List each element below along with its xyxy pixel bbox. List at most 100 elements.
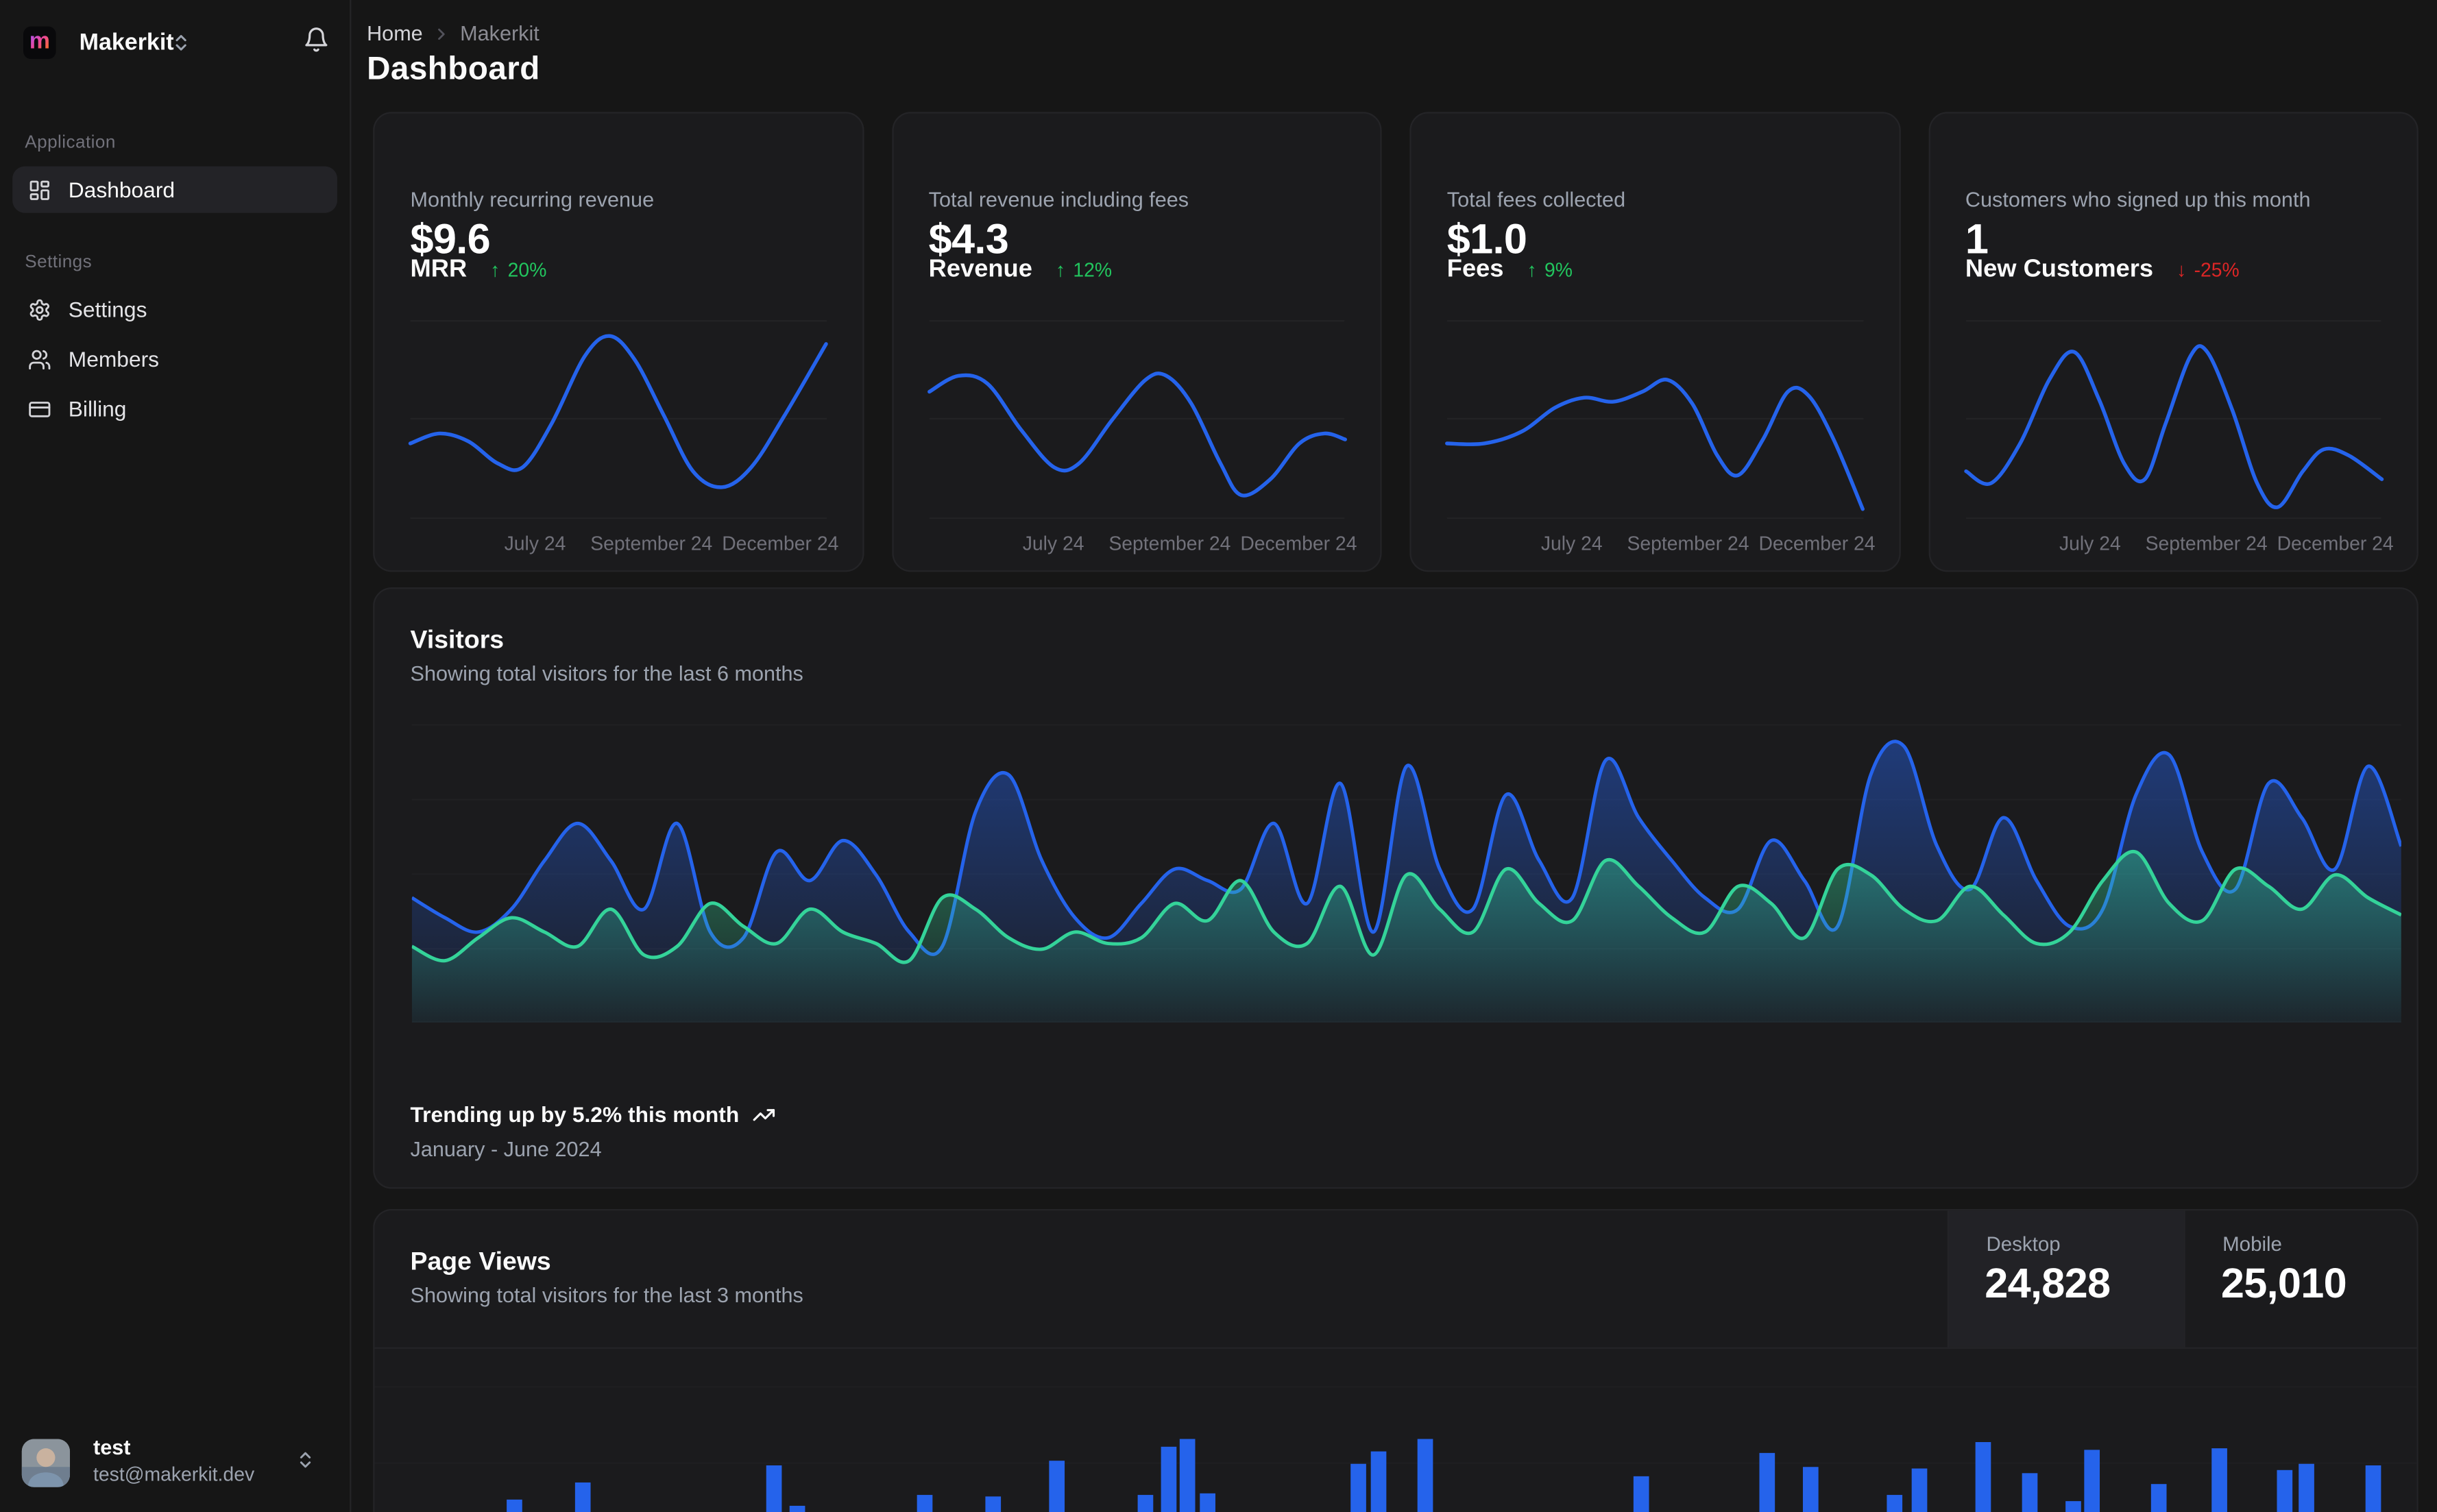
- bar: [1350, 1463, 1366, 1512]
- dashboard-page: m Makerkit Application Dashboard Setting…: [0, 0, 2437, 1512]
- credit-card-icon: [28, 397, 51, 420]
- card-title: New Customers: [1965, 256, 2154, 283]
- visitors-card: Visitors Showing total visitors for the …: [373, 587, 2418, 1189]
- bar: [1417, 1439, 1433, 1512]
- sparkline-chart: [929, 320, 1344, 520]
- x-axis-labels: July 24 September 24 December 24: [411, 533, 839, 558]
- bell-icon[interactable]: [303, 27, 330, 61]
- bar: [1137, 1495, 1154, 1512]
- bar: [985, 1496, 1002, 1512]
- main-content: Home Makerkit Dashboard MRR ↑ 20% Monthly…: [351, 0, 2437, 1512]
- x-axis-tick-label: July 24: [2059, 533, 2121, 555]
- bar: [1759, 1452, 1775, 1512]
- bar: [2065, 1501, 2081, 1512]
- page-title: Dashboard: [367, 51, 540, 87]
- arrow-up-icon: ↑: [1055, 259, 1066, 282]
- delta-badge: ↑ 20%: [490, 259, 547, 282]
- sidebar-item-settings[interactable]: Settings: [12, 286, 337, 332]
- x-axis-tick-label: July 24: [504, 533, 566, 555]
- delta-badge: ↑ 9%: [1527, 259, 1573, 282]
- bar: [2277, 1470, 2293, 1512]
- card-subtitle: Customers who signed up this month: [1965, 188, 2311, 212]
- bar: [574, 1482, 591, 1512]
- sidebar-item-label: Billing: [68, 396, 127, 422]
- page-views-title: Page Views: [410, 1247, 551, 1276]
- x-axis-tick-label: September 24: [2145, 533, 2268, 555]
- trending-summary: Trending up by 5.2% this month: [411, 1101, 775, 1127]
- x-axis-tick-label: December 24: [1758, 533, 1876, 555]
- x-axis-tick-label: September 24: [1627, 533, 1749, 555]
- toggle-mobile[interactable]: Mobile 25,010: [2183, 1210, 2416, 1348]
- bar: [1370, 1451, 1387, 1512]
- arrow-up-icon: ↑: [1527, 259, 1537, 282]
- card-value: $4.3: [928, 216, 1009, 263]
- bar: [917, 1495, 933, 1512]
- user-menu[interactable]: test test@makerkit.dev: [12, 1426, 337, 1500]
- stat-card-revenue: Revenue ↑ 12% Total revenue including fee…: [891, 112, 1382, 572]
- bar: [1161, 1446, 1177, 1512]
- bar: [1179, 1439, 1196, 1512]
- sparkline-chart: [1447, 320, 1863, 520]
- sidebar-item-label: Members: [68, 346, 160, 371]
- page-views-bar-chart: [374, 1348, 2417, 1512]
- bar: [766, 1465, 782, 1512]
- stat-value: 25,010: [2220, 1260, 2347, 1307]
- breadcrumb-home[interactable]: Home: [367, 22, 423, 45]
- breadcrumb: Home Makerkit: [367, 22, 539, 45]
- sparkline-chart: [1965, 320, 2381, 520]
- card-subtitle: Total fees collected: [1446, 188, 1626, 212]
- bar: [2365, 1465, 2381, 1512]
- date-range: January - June 2024: [410, 1137, 602, 1161]
- x-axis-labels: July 24 September 24 December 24: [1447, 533, 1876, 558]
- bar: [2299, 1463, 2314, 1512]
- x-axis-tick-label: September 24: [590, 533, 713, 555]
- x-axis-tick-label: July 24: [1022, 533, 1084, 555]
- sidebar-item-members[interactable]: Members: [12, 336, 337, 382]
- sidebar-item-dashboard[interactable]: Dashboard: [12, 166, 337, 213]
- card-value: $9.6: [410, 216, 491, 263]
- visitors-title: Visitors: [410, 626, 505, 655]
- x-axis-labels: July 24 September 24 December 24: [929, 533, 1357, 558]
- bar: [1887, 1495, 1903, 1512]
- bar: [1975, 1441, 1991, 1512]
- page-views-subtitle: Showing total visitors for the last 3 mo…: [410, 1283, 803, 1307]
- card-subtitle: Total revenue including fees: [928, 188, 1189, 212]
- card-value: $1.0: [1446, 216, 1527, 263]
- visitors-area-chart: [411, 724, 2401, 1023]
- chevrons-up-down-icon: [295, 1450, 315, 1478]
- delta-badge: ↓ -25%: [2177, 259, 2240, 282]
- x-axis-tick-label: September 24: [1108, 533, 1231, 555]
- users-icon: [28, 347, 51, 371]
- logo-letter: m: [29, 27, 50, 55]
- section-label-application: Application: [25, 133, 116, 153]
- workspace-name[interactable]: Makerkit: [80, 29, 174, 56]
- x-axis-tick-label: July 24: [1540, 533, 1603, 555]
- sidebar-item-label: Dashboard: [68, 177, 175, 202]
- bar: [2150, 1484, 2167, 1512]
- delta-badge: ↑ 12%: [1055, 259, 1113, 282]
- chevrons-up-down-icon[interactable]: [171, 33, 191, 61]
- stat-card-new-customers: New Customers ↓ -25% Customers who signed…: [1928, 112, 2418, 572]
- card-value: 1: [1965, 216, 1989, 263]
- user-email: test@makerkit.dev: [93, 1463, 255, 1486]
- toggle-desktop[interactable]: Desktop 24,828: [1947, 1210, 2184, 1348]
- bar: [2211, 1448, 2227, 1512]
- stat-label: Mobile: [2222, 1232, 2282, 1256]
- workspace-header: m Makerkit: [0, 0, 350, 84]
- bar: [1633, 1476, 1649, 1512]
- x-axis-tick-label: December 24: [1240, 533, 1357, 555]
- page-views-header: Page Views Showing total visitors for th…: [374, 1210, 2417, 1349]
- stat-card-mrr: MRR ↑ 20% Monthly recurring revenue $9.6 …: [373, 112, 864, 572]
- breadcrumb-current: Makerkit: [460, 21, 539, 45]
- makerkit-logo: m: [23, 26, 56, 60]
- trending-up-icon: [751, 1103, 775, 1126]
- x-axis-tick-label: December 24: [722, 533, 839, 555]
- sidebar-item-label: Settings: [68, 297, 147, 322]
- arrow-down-icon: ↓: [2177, 259, 2187, 282]
- card-subtitle: Monthly recurring revenue: [410, 188, 655, 212]
- sidebar-item-billing[interactable]: Billing: [12, 385, 337, 432]
- bar: [789, 1505, 805, 1512]
- stat-cards-row: MRR ↑ 20% Monthly recurring revenue $9.6 …: [373, 112, 2418, 572]
- bar: [2084, 1450, 2100, 1512]
- sidebar: m Makerkit Application Dashboard Setting…: [0, 0, 352, 1512]
